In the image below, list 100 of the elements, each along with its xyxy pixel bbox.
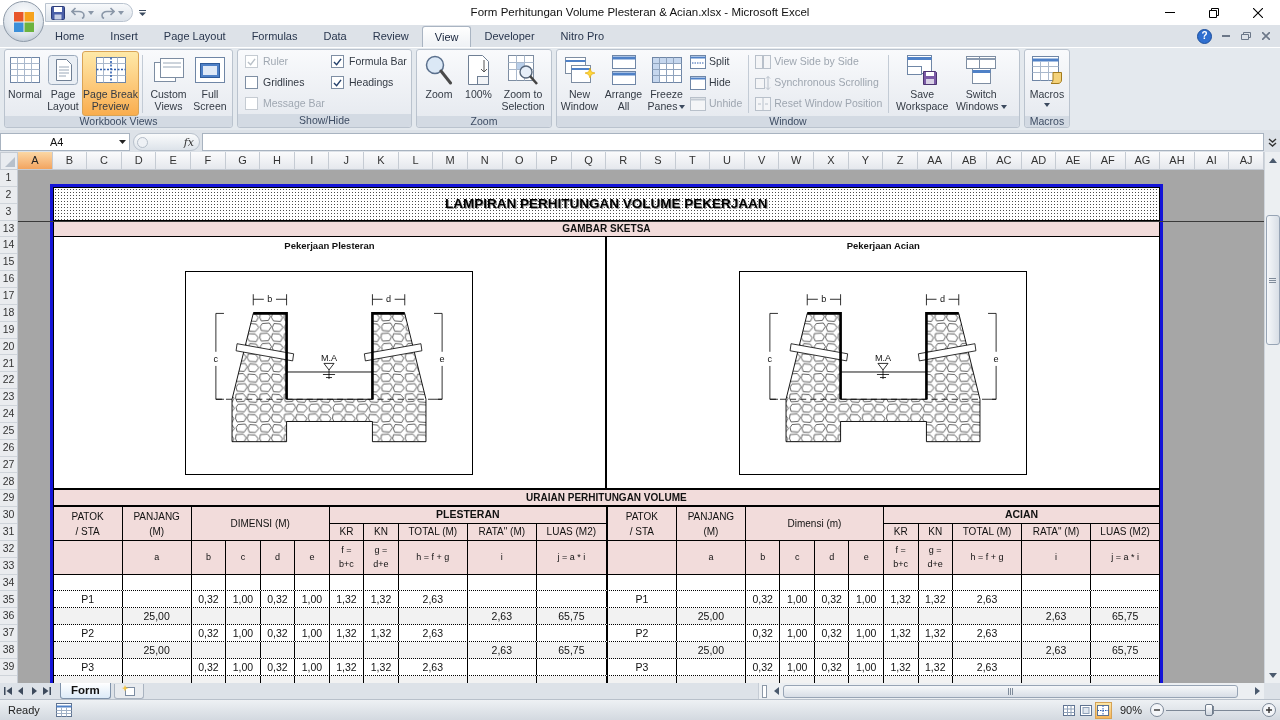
skip-left-icon[interactable] <box>4 687 12 695</box>
ribbon-button[interactable]: Normal <box>6 51 44 116</box>
ribbon-tab[interactable]: View <box>421 26 472 47</box>
slider-thumb[interactable] <box>1205 704 1214 716</box>
row-header[interactable]: 34 <box>0 574 17 592</box>
row-header[interactable]: 27 <box>0 456 17 474</box>
row-header[interactable]: 38 <box>0 642 17 659</box>
column-header[interactable]: B <box>52 152 88 170</box>
row-header[interactable]: 18 <box>0 304 17 322</box>
column-header[interactable]: U <box>710 152 745 170</box>
column-header[interactable]: O <box>502 152 538 170</box>
checkbox[interactable] <box>331 55 344 68</box>
column-header[interactable]: AD <box>1021 152 1057 170</box>
row-header[interactable]: 20 <box>0 338 17 356</box>
ribbon-tab[interactable]: Formulas <box>238 26 311 47</box>
row-header[interactable]: 29 <box>0 490 17 508</box>
row-header[interactable]: 21 <box>0 355 17 373</box>
row-header[interactable]: 35 <box>0 591 17 609</box>
help-button[interactable]: ? <box>1197 28 1212 44</box>
formula-input[interactable] <box>202 133 1264 151</box>
ribbon-button[interactable]: Macros <box>1026 51 1068 116</box>
scroll-thumb[interactable] <box>783 684 1238 698</box>
column-header[interactable]: P <box>537 152 572 170</box>
caret-icon[interactable] <box>118 10 124 15</box>
column-header[interactable]: R <box>606 152 641 170</box>
ribbon-button[interactable]: Zoom <box>418 51 460 116</box>
column-header[interactable]: Q <box>571 152 607 170</box>
split-handle[interactable] <box>762 684 767 698</box>
column-header[interactable]: L <box>398 152 434 170</box>
ribbon-button[interactable]: Page Layout <box>44 51 82 116</box>
down-arrow-icon[interactable] <box>1268 672 1277 678</box>
ribbon-button[interactable]: Save Workspace <box>892 51 953 116</box>
restore-icon[interactable] <box>1209 7 1219 18</box>
row-header[interactable]: 19 <box>0 321 17 339</box>
column-header[interactable]: F <box>191 152 226 170</box>
column-header[interactable]: T <box>675 152 711 170</box>
ribbon-button[interactable]: Zoom to Selection <box>497 51 549 116</box>
ribbon-tab[interactable]: Page Layout <box>150 26 239 47</box>
column-header[interactable]: A <box>18 152 53 170</box>
close-icon[interactable] <box>1253 7 1263 18</box>
zoom-level[interactable]: 90% <box>1119 701 1142 719</box>
checkbox[interactable] <box>245 76 258 89</box>
ribbon-button[interactable]: Hide <box>690 72 743 93</box>
column-header[interactable]: D <box>121 152 157 170</box>
insert-function-button[interactable]: fx <box>183 136 196 148</box>
column-header[interactable]: AA <box>917 152 953 170</box>
column-header[interactable]: AJ <box>1229 152 1264 170</box>
column-header[interactable]: M <box>433 152 468 170</box>
row-header[interactable]: 30 <box>0 507 17 525</box>
name-box[interactable]: A4 <box>0 133 130 151</box>
column-header[interactable]: I <box>294 152 330 170</box>
row-header[interactable]: 14 <box>0 237 17 255</box>
ribbon-button[interactable]: Switch Windows <box>952 51 1011 116</box>
column-header[interactable]: V <box>744 152 780 170</box>
ribbon-tab[interactable]: Data <box>310 26 360 47</box>
zoom-out-icon[interactable] <box>1150 703 1164 717</box>
row-header[interactable]: 13 <box>0 220 17 238</box>
up-arrow-icon[interactable] <box>1268 158 1277 163</box>
triangle-left-icon[interactable] <box>17 687 25 695</box>
ribbon-button[interactable]: Full Screen <box>191 51 229 116</box>
row-header[interactable]: 23 <box>0 389 17 407</box>
right-arrow-icon[interactable] <box>1255 687 1260 695</box>
ribbon-button[interactable]: Arrange All <box>601 51 646 116</box>
minimize-icon[interactable] <box>1221 35 1230 37</box>
view-button[interactable] <box>1094 701 1112 719</box>
redo-icon[interactable] <box>101 6 115 19</box>
ribbon-button[interactable]: Custom Views <box>146 51 191 116</box>
column-header[interactable]: G <box>225 152 261 170</box>
checkbox-option[interactable]: Formula Bar <box>331 51 407 72</box>
new-sheet-tab[interactable] <box>113 683 144 699</box>
column-header[interactable]: Y <box>848 152 884 170</box>
column-header[interactable]: K <box>364 152 399 170</box>
column-header[interactable]: W <box>779 152 815 170</box>
ribbon-tab[interactable]: Review <box>359 26 422 47</box>
column-header[interactable]: AF <box>1090 152 1126 170</box>
ribbon-button[interactable]: 100% <box>460 51 497 116</box>
row-header[interactable]: 33 <box>0 557 17 575</box>
row-header[interactable]: 37 <box>0 625 17 643</box>
sheet-icon[interactable] <box>55 703 72 717</box>
zoom-in-icon[interactable] <box>1262 703 1276 717</box>
caret-icon[interactable] <box>88 10 94 15</box>
row-header[interactable]: 1 <box>0 170 17 187</box>
column-header[interactable]: E <box>156 152 192 170</box>
column-header[interactable]: AC <box>987 152 1022 170</box>
ribbon-tab[interactable]: Nitro Pro <box>547 26 617 47</box>
row-header[interactable]: 22 <box>0 372 17 390</box>
row-header[interactable]: 3 <box>0 203 17 221</box>
row-header[interactable]: 15 <box>0 254 17 272</box>
left-arrow-icon[interactable] <box>774 687 779 695</box>
triangle-right-icon[interactable] <box>30 687 38 695</box>
skip-right-icon[interactable] <box>43 687 51 695</box>
column-header[interactable]: N <box>467 152 503 170</box>
checkbox-option[interactable]: Gridlines <box>245 72 331 93</box>
row-header[interactable]: 26 <box>0 439 17 457</box>
zoom-slider[interactable] <box>1166 703 1260 717</box>
row-header[interactable]: 2 <box>0 186 17 204</box>
column-header[interactable]: AG <box>1125 152 1161 170</box>
sheet-tab[interactable]: Form <box>60 683 111 699</box>
checkbox-option[interactable]: Headings <box>331 72 407 93</box>
column-header[interactable]: H <box>260 152 295 170</box>
